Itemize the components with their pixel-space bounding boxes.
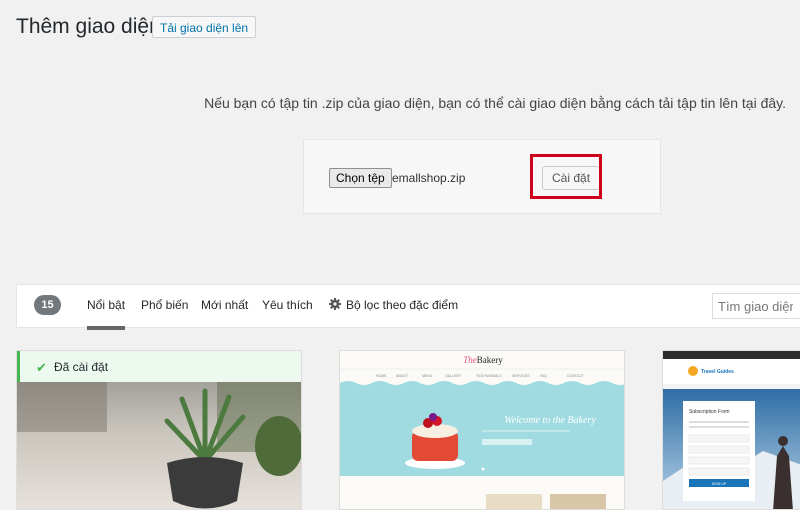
upload-help-text: Nếu bạn có tập tin .zip của giao diện, b… (204, 95, 786, 111)
upload-theme-button[interactable]: Tải giao diện lên (152, 16, 257, 38)
theme-screenshot: Travel Guides Subscription Form SIGN UP (663, 351, 800, 509)
upload-form: Chọn tệp emallshop.zip Cài đặt (303, 139, 661, 214)
travel-form-title: Subscription Form (689, 409, 730, 415)
installed-notice: ✔ Đã cài đặt (17, 351, 301, 382)
gear-icon (329, 298, 341, 310)
bakery-logo: Bakery (477, 355, 503, 365)
bakery-menu-item: TESTIMONIALS (476, 374, 502, 378)
theme-card-travel[interactable]: Travel Guides Subscription Form SIGN UP (662, 350, 800, 510)
selected-file-name: emallshop.zip (392, 171, 466, 185)
tab-favorites[interactable]: Yêu thích (262, 298, 313, 312)
bakery-logo-prefix: The (463, 355, 477, 365)
bakery-menu-item: MENU (422, 374, 433, 378)
bakery-menu-item: GALLERY (445, 374, 462, 378)
theme-count-badge: 15 (34, 295, 61, 315)
install-button-highlight (530, 154, 602, 199)
feature-filter-link[interactable]: Bộ lọc theo đặc điểm (346, 298, 458, 312)
tab-latest[interactable]: Mới nhất (201, 298, 248, 312)
checkmark-icon: ✔ (36, 360, 47, 375)
theme-screenshot: TheBakery HOME ABOUT MENU GALLERY TESTIM… (340, 351, 624, 509)
travel-submit: SIGN UP (712, 482, 727, 486)
search-themes-input[interactable] (712, 293, 800, 319)
tab-featured[interactable]: Nổi bật (87, 298, 126, 330)
bakery-menu-item: FAQ (540, 374, 547, 378)
theme-filter-bar: 15 Nổi bật Phổ biến Mới nhất Yêu thích B… (16, 284, 800, 330)
installed-label: Đã cài đặt (54, 360, 109, 374)
svg-text:TheBakery: TheBakery (463, 355, 503, 365)
bakery-menu-item: CONTACT (567, 374, 585, 378)
bakery-menu-item: ABOUT (396, 374, 409, 378)
page-title: Thêm giao diện (16, 15, 161, 38)
bakery-menu-item: HOME (376, 374, 387, 378)
choose-file-button[interactable]: Chọn tệp (329, 168, 392, 188)
bakery-menu-item: SERVICES (512, 374, 530, 378)
theme-card-installed[interactable]: ✔ Đã cài đặt (16, 350, 302, 510)
tab-popular[interactable]: Phổ biến (141, 298, 188, 312)
travel-brand: Travel Guides (701, 369, 734, 375)
theme-card-bakery[interactable]: TheBakery HOME ABOUT MENU GALLERY TESTIM… (339, 350, 625, 510)
bakery-welcome: Welcome to the Bakery (504, 415, 596, 426)
